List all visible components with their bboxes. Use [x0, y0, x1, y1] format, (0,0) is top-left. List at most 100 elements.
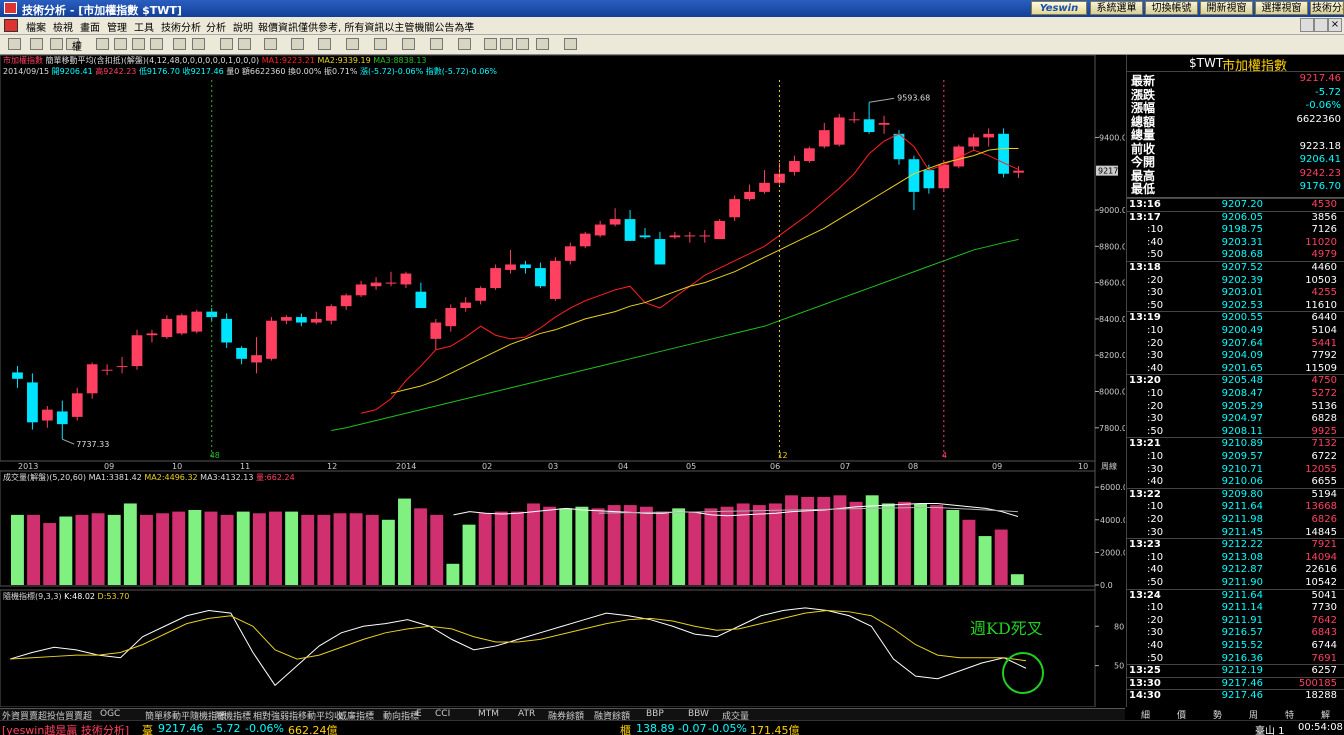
tick-row[interactable]: :30 9204.97 6828	[1127, 413, 1344, 425]
tick-row[interactable]: :40 9215.52 6744	[1127, 640, 1344, 652]
tick-volume: 5136	[1311, 400, 1337, 412]
tick-row[interactable]: :10 9198.75 7126	[1127, 224, 1344, 236]
tick-list[interactable]: 13:16 9207.20 4530 13:17 9206.05 3856:10 9198.…	[1127, 197, 1344, 708]
volume-bar	[672, 508, 686, 585]
close-icon[interactable]: ×	[1328, 18, 1342, 32]
menu-tools[interactable]: 工具	[134, 19, 154, 34]
vline-icon[interactable]	[291, 38, 304, 50]
tick-row[interactable]: :30 9203.01 4255	[1127, 287, 1344, 299]
window-icon[interactable]	[132, 38, 145, 50]
select-icon[interactable]	[220, 38, 233, 50]
tick-row[interactable]: :20 9211.98 6826	[1127, 514, 1344, 526]
palette-icon[interactable]	[536, 38, 549, 50]
candle-body	[281, 317, 292, 321]
tick-row[interactable]: :50 9216.36 7691	[1127, 653, 1344, 665]
candle-body	[535, 268, 546, 287]
menu-help[interactable]: 說明	[233, 19, 253, 34]
fibonacci-icon[interactable]	[346, 38, 359, 50]
eraser-icon[interactable]	[500, 38, 513, 50]
indicator-tab[interactable]: BBP	[646, 709, 664, 719]
text-tool-icon[interactable]	[458, 38, 471, 50]
layout3-icon[interactable]	[192, 38, 205, 50]
tick-row[interactable]: :50 9208.11 9925	[1127, 426, 1344, 438]
layout2-icon[interactable]	[173, 38, 186, 50]
tick-row[interactable]: :10 9209.57 6722	[1127, 451, 1344, 463]
tick-row[interactable]: :40 9201.65 11509	[1127, 363, 1344, 375]
tick-row[interactable]: 13:30 9217.46 500185	[1127, 676, 1344, 690]
tick-row[interactable]: :10 9200.49 5104	[1127, 325, 1344, 337]
hline-icon[interactable]	[264, 38, 277, 50]
volume-bar	[881, 503, 895, 585]
new-window-button[interactable]: 開新視窗	[1200, 1, 1253, 15]
tech-analysis-button[interactable]: 技術分析	[1310, 1, 1344, 15]
tick-row[interactable]: :20 9205.29 5136	[1127, 401, 1344, 413]
tick-row[interactable]: :30 9210.71 12055	[1127, 464, 1344, 476]
tick-row[interactable]: 13:22 9209.80 5194	[1127, 487, 1344, 501]
tick-row[interactable]: :40 9210.06 6655	[1127, 476, 1344, 488]
rights-dropdown[interactable]: 權	[72, 38, 82, 53]
restore-icon[interactable]	[1314, 18, 1328, 32]
system-menu-button[interactable]: 系統選單	[1090, 1, 1143, 15]
tick-row[interactable]: 13:17 9206.05 3856	[1127, 210, 1344, 224]
menu-screen[interactable]: 畫面	[80, 19, 100, 34]
indicator-tab[interactable]: BBW	[688, 709, 709, 719]
tick-row[interactable]: :50 9208.68 4979	[1127, 249, 1344, 261]
menu-bar: 檔案 檢視 畫面 管理 工具 技術分析 分析 說明 報價資訊僅供參考, 所有資訊…	[0, 17, 1344, 35]
ellipse-icon[interactable]	[430, 38, 443, 50]
copy-icon[interactable]	[484, 38, 497, 50]
menu-manage[interactable]: 管理	[107, 19, 127, 34]
tick-row[interactable]: :10 9208.47 5272	[1127, 388, 1344, 400]
tick-row[interactable]: :20 9207.64 5441	[1127, 338, 1344, 350]
switch-account-button[interactable]: 切換帳號	[1145, 1, 1198, 15]
tick-row[interactable]: 13:20 9205.48 4750	[1127, 374, 1344, 387]
tick-row[interactable]: :10 9213.08 14094	[1127, 552, 1344, 564]
tick-row[interactable]: :10 9211.64 13668	[1127, 501, 1344, 513]
tick-row[interactable]: :40 9203.31 11020	[1127, 237, 1344, 249]
chart-type-icon[interactable]	[96, 38, 109, 50]
tick-row[interactable]: :40 9212.87 22616	[1127, 564, 1344, 576]
minimize-icon[interactable]	[1300, 18, 1314, 32]
link-icon[interactable]	[516, 38, 529, 50]
tick-row[interactable]: :10 9211.14 7730	[1127, 602, 1344, 614]
indicator-tab[interactable]: E	[416, 709, 422, 719]
tick-row[interactable]: 13:19 9200.55 6440	[1127, 311, 1344, 324]
tick-row[interactable]: :20 9211.91 7642	[1127, 615, 1344, 627]
indicator-tab[interactable]: CCI	[435, 709, 450, 719]
indicator-tab[interactable]: ATR	[518, 709, 535, 719]
tick-row[interactable]: 13:16 9207.20 4530	[1127, 198, 1344, 211]
select-window-button[interactable]: 選擇視窗	[1255, 1, 1308, 15]
tick-row[interactable]: :30 9211.45 14845	[1127, 527, 1344, 539]
save-icon[interactable]	[564, 38, 577, 50]
zoom-in-icon[interactable]	[50, 38, 63, 50]
menu-view[interactable]: 檢視	[53, 19, 73, 34]
chart-area[interactable]: 9400.00 9000.00 8800.00 8600.00 8400.00 8200.…	[0, 55, 1125, 707]
tick-row[interactable]: 13:18 9207.52 4460	[1127, 261, 1344, 274]
indicator-tab[interactable]: OGC	[100, 709, 120, 719]
line-tool-icon[interactable]	[238, 38, 251, 50]
tick-row[interactable]: 14:30 9217.46 18288	[1127, 689, 1344, 702]
draw-clear-icon[interactable]	[114, 38, 127, 50]
tick-row[interactable]: 13:25 9212.19 6257	[1127, 664, 1344, 677]
menu-analysis[interactable]: 分析	[206, 19, 226, 34]
crosshair-icon[interactable]	[8, 38, 21, 50]
tick-row[interactable]: 13:24 9211.64 5041	[1127, 588, 1344, 602]
tick-row[interactable]: :30 9216.57 6843	[1127, 627, 1344, 639]
layout1-icon[interactable]	[150, 38, 163, 50]
tick-row[interactable]: :30 9204.09 7792	[1127, 350, 1344, 362]
tick-price: 9205.48	[1221, 375, 1263, 387]
tick-row[interactable]: :20 9202.39 10503	[1127, 275, 1344, 287]
tick-row[interactable]: :50 9202.53 11610	[1127, 300, 1344, 312]
candle-body	[325, 306, 337, 321]
tick-price: 9209.80	[1221, 488, 1263, 500]
indicator-tab[interactable]: MTM	[478, 709, 499, 719]
tick-row[interactable]: :50 9211.90 10542	[1127, 577, 1344, 589]
channel-icon[interactable]	[374, 38, 387, 50]
menu-tech-analysis[interactable]: 技術分析	[161, 19, 201, 34]
tick-row[interactable]: 13:23 9212.22 7921	[1127, 538, 1344, 551]
fan-icon[interactable]	[318, 38, 331, 50]
move-icon[interactable]	[30, 38, 43, 50]
menu-file[interactable]: 檔案	[26, 19, 46, 34]
rectangle-icon[interactable]	[402, 38, 415, 50]
tick-row[interactable]: 13:21 9210.89 7132	[1127, 437, 1344, 450]
volume-bar	[317, 514, 331, 585]
